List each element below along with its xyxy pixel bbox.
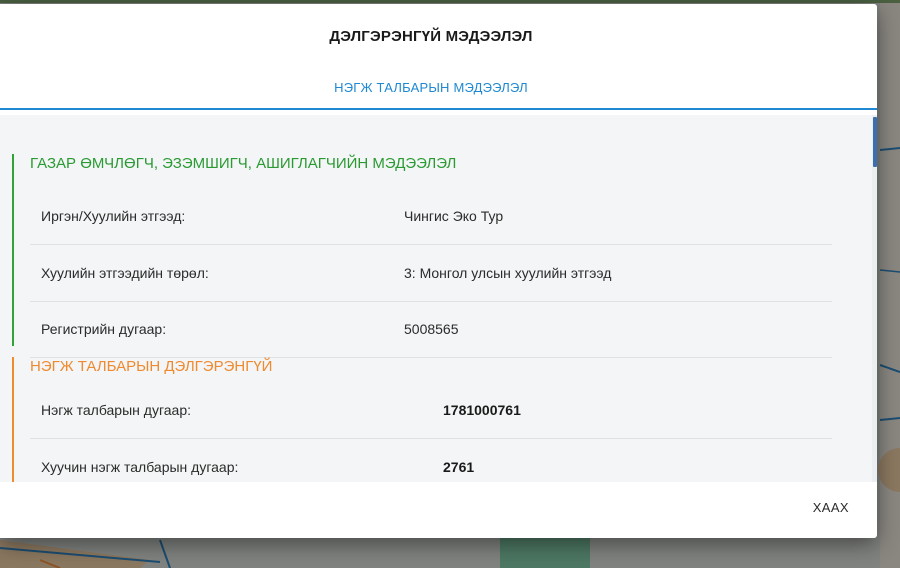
dialog-content: ГАЗАР ӨМЧЛӨГЧ, ЭЗЭМШИГЧ, АШИГЛАГЧИЙН МЭД… <box>0 115 877 482</box>
close-button[interactable]: ХААХ <box>813 498 849 517</box>
info-row: Иргэн/Хуулийн этгээд: Чингис Эко Тур <box>30 188 832 245</box>
tab-parcel-info[interactable]: НЭГЖ ТАЛБАРЫН МЭДЭЭЛЭЛ <box>0 80 862 95</box>
row-value: Чингис Эко Тур <box>404 208 504 224</box>
row-label: Регистрийн дугаар: <box>41 321 167 337</box>
parcel-section: НЭГЖ ТАЛБАРЫН ДЭЛГЭРЭНГҮЙ Нэгж талбарын … <box>12 357 834 482</box>
row-label: Хуучин нэгж талбарын дугаар: <box>41 459 239 475</box>
info-row: Нэгж талбарын дугаар: 1781000761 <box>30 382 832 439</box>
scrollbar-thumb[interactable] <box>873 117 877 167</box>
row-label: Нэгж талбарын дугаар: <box>41 402 191 418</box>
scrollbar-track[interactable] <box>872 115 877 482</box>
owner-section: ГАЗАР ӨМЧЛӨГЧ, ЭЗЭМШИГЧ, АШИГЛАГЧИЙН МЭД… <box>12 154 834 358</box>
tab-active-indicator <box>0 108 877 110</box>
dialog-title: ДЭЛГЭРЭНГҮЙ МЭДЭЭЛЭЛ <box>329 28 533 45</box>
row-value: 5008565 <box>404 321 459 337</box>
info-row: Хуучин нэгж талбарын дугаар: 2761 <box>30 439 832 482</box>
row-label: Иргэн/Хуулийн этгээд: <box>41 208 186 224</box>
row-value: 3: Монгол улсын хуулийн этгээд <box>404 265 612 281</box>
row-label: Хуулийн этгээдийн төрөл: <box>41 265 209 281</box>
details-dialog: ДЭЛГЭРЭНГҮЙ МЭДЭЭЛЭЛ НЭГЖ ТАЛБАРЫН МЭДЭЭ… <box>0 4 877 538</box>
row-value: 2761 <box>443 459 475 475</box>
info-row: Хуулийн этгээдийн төрөл: 3: Монгол улсын… <box>30 245 832 302</box>
owner-section-title: ГАЗАР ӨМЧЛӨГЧ, ЭЗЭМШИГЧ, АШИГЛАГЧИЙН МЭД… <box>30 155 457 172</box>
parcel-section-title: НЭГЖ ТАЛБАРЫН ДЭЛГЭРЭНГҮЙ <box>30 358 273 375</box>
row-value: 1781000761 <box>443 402 521 418</box>
info-row: Регистрийн дугаар: 5008565 <box>30 301 832 358</box>
